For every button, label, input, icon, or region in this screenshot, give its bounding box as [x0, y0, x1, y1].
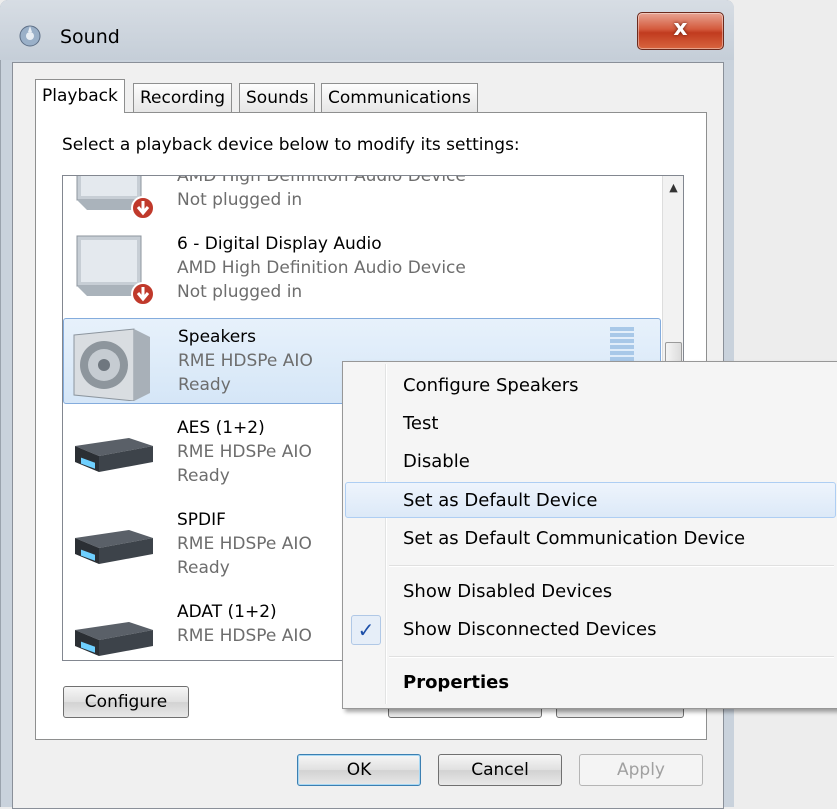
menu-item-label: Properties	[403, 672, 510, 693]
device-name: Speakers	[178, 327, 257, 347]
list-item[interactable]: 6 - Digital Display Audio AMD High Defin…	[63, 226, 661, 312]
menu-separator	[389, 565, 834, 567]
menu-item-properties[interactable]: Properties	[345, 665, 836, 701]
close-button[interactable]: x	[637, 12, 724, 50]
tab-recording[interactable]: Recording	[133, 83, 233, 112]
audio-interface-icon	[75, 622, 153, 656]
device-driver: RME HDSPe AIO	[177, 442, 312, 462]
ok-button[interactable]: OK	[297, 754, 421, 786]
menu-item-label: Show Disabled Devices	[403, 581, 613, 602]
speaker-icon	[73, 328, 150, 401]
menu-item-test[interactable]: Test	[345, 406, 836, 442]
tab-label: Recording	[140, 88, 226, 108]
monitor-unplugged-icon	[76, 235, 155, 306]
menu-item-show-disconnected-devices[interactable]: ✓ Show Disconnected Devices	[345, 612, 836, 648]
tab-sounds[interactable]: Sounds	[239, 83, 316, 112]
window-title: Sound	[60, 26, 120, 48]
device-driver: RME HDSPe AIO	[177, 534, 312, 554]
device-status: Not plugged in	[177, 282, 303, 302]
menu-item-label: Set as Default Device	[403, 490, 598, 511]
device-name: AES (1+2)	[177, 418, 265, 438]
device-status: Not plugged in	[177, 190, 303, 210]
cancel-button[interactable]: Cancel	[438, 754, 562, 786]
audio-interface-icon	[75, 438, 153, 472]
device-context-menu: Configure Speakers Test Disable Set as D…	[342, 361, 837, 709]
device-driver: RME HDSPe AIO	[177, 626, 312, 646]
device-driver: RME HDSPe AIO	[178, 351, 313, 371]
device-driver: AMD High Definition Audio Device	[177, 175, 466, 186]
tab-communications[interactable]: Communications	[321, 83, 478, 112]
device-driver: AMD High Definition Audio Device	[177, 258, 466, 278]
menu-item-set-default-communication-device[interactable]: Set as Default Communication Device	[345, 521, 836, 557]
device-name: 6 - Digital Display Audio	[177, 234, 382, 254]
tab-playback[interactable]: Playback	[35, 79, 125, 113]
menu-separator	[389, 656, 834, 658]
device-name: ADAT (1+2)	[177, 602, 277, 622]
instruction-text: Select a playback device below to modify…	[62, 135, 520, 155]
menu-item-label: Set as Default Communication Device	[403, 528, 746, 549]
audio-interface-icon	[75, 530, 153, 564]
sound-app-icon	[19, 25, 41, 47]
configure-button[interactable]: Configure	[63, 686, 189, 718]
device-name: SPDIF	[177, 510, 226, 530]
monitor-unplugged-icon	[76, 176, 155, 220]
menu-item-configure-speakers[interactable]: Configure Speakers	[345, 368, 836, 404]
menu-item-label: Show Disconnected Devices	[403, 619, 657, 640]
device-status: Ready	[178, 375, 231, 395]
menu-item-disable[interactable]: Disable	[345, 444, 836, 480]
menu-item-show-disabled-devices[interactable]: Show Disabled Devices	[345, 574, 836, 610]
title-bar[interactable]: Sound x	[0, 0, 734, 60]
device-status: Ready	[177, 466, 230, 486]
menu-item-label: Disable	[403, 451, 470, 472]
menu-item-label: Configure Speakers	[403, 375, 579, 396]
device-status: Ready	[177, 558, 230, 578]
tab-label: Playback	[42, 86, 118, 106]
menu-item-label: Test	[403, 413, 439, 434]
scroll-up-arrow-icon[interactable]: ▲	[663, 176, 683, 198]
close-icon: x	[673, 16, 688, 41]
tab-label: Sounds	[246, 88, 309, 108]
tab-label: Communications	[328, 88, 471, 108]
list-item[interactable]: AMD High Definition Audio Device Not plu…	[63, 175, 661, 226]
apply-button[interactable]: Apply	[579, 754, 703, 786]
menu-item-set-default-device[interactable]: Set as Default Device	[345, 482, 836, 518]
checkmark-icon: ✓	[351, 615, 381, 645]
